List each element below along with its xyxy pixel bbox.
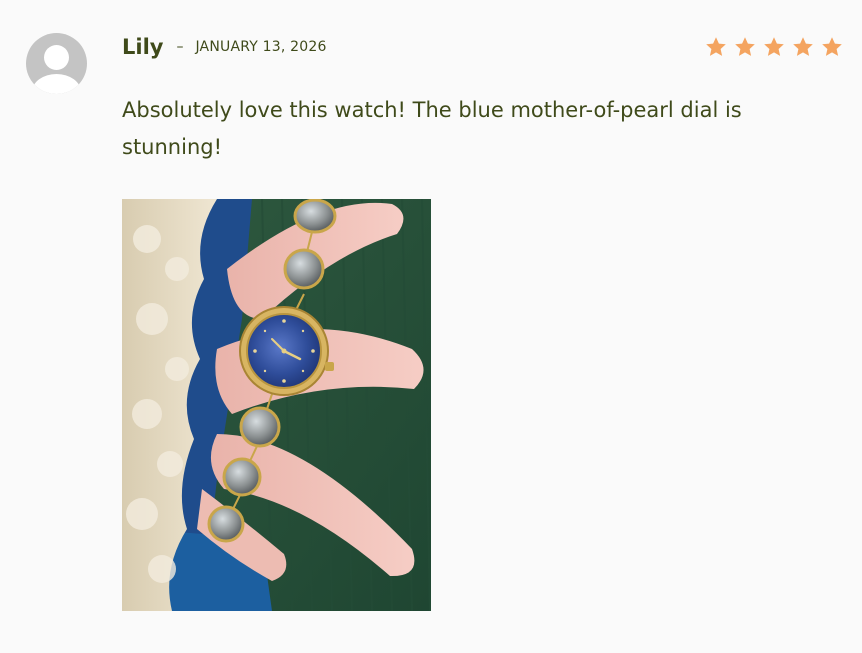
avatar — [26, 33, 87, 94]
star-icon — [791, 35, 815, 59]
review-meta: Lily – JANUARY 13, 2026 — [122, 33, 327, 61]
star-rating — [704, 35, 844, 59]
review-card: Lily – JANUARY 13, 2026 Absolutely love … — [0, 0, 862, 653]
review-date: JANUARY 13, 2026 — [195, 39, 327, 55]
avatar-head-shape — [44, 45, 69, 70]
meta-separator: – — [176, 39, 184, 55]
avatar-body-shape — [32, 74, 81, 94]
review-text: Absolutely love this watch! The blue mot… — [122, 98, 742, 159]
review-author: Lily — [122, 35, 164, 59]
star-icon — [820, 35, 844, 59]
star-icon — [733, 35, 757, 59]
star-icon — [762, 35, 786, 59]
review-photo[interactable] — [122, 199, 431, 611]
star-icon — [704, 35, 728, 59]
